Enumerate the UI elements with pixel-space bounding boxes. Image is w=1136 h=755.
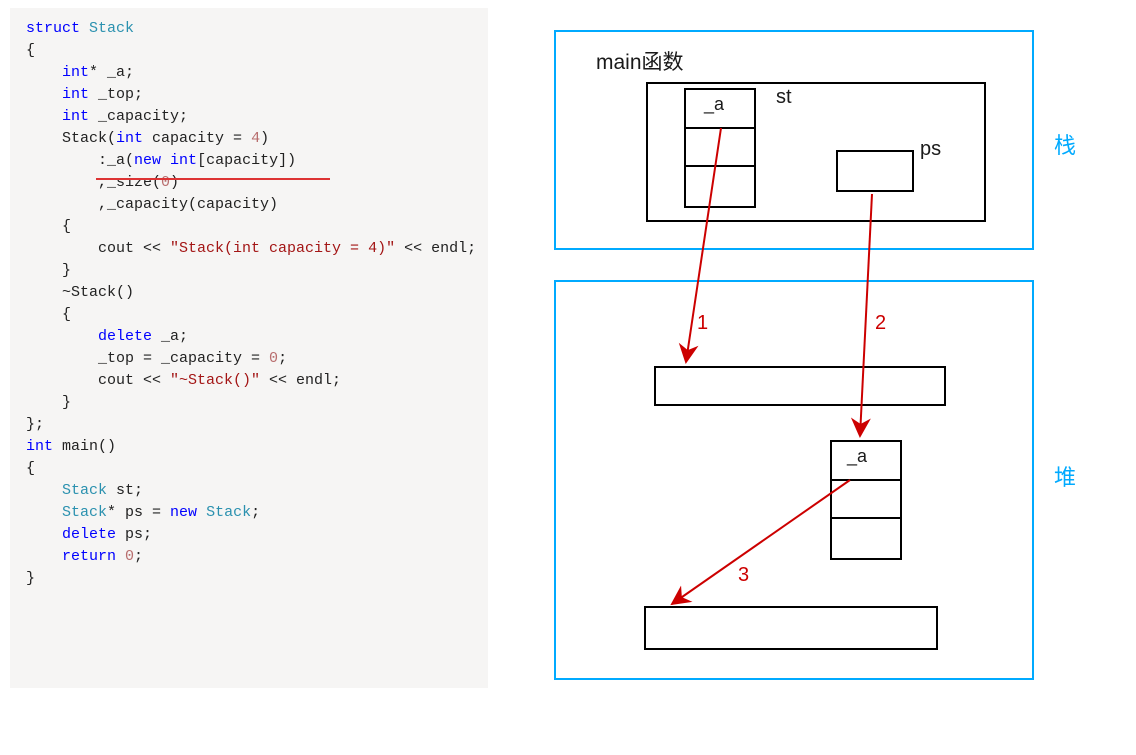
code-line: { [26, 40, 472, 62]
code-line: } [26, 260, 472, 282]
heap-block-2 [644, 606, 938, 650]
code-line: ,_capacity(capacity) [26, 194, 472, 216]
code-line: delete ps; [26, 524, 472, 546]
code-line: Stack st; [26, 480, 472, 502]
code-line: } [26, 392, 472, 414]
code-line: :_a(new int[capacity]) [26, 150, 472, 172]
ps-label: ps [920, 138, 941, 161]
stack-region-label: 栈 [1054, 128, 1076, 160]
code-line: return 0; [26, 546, 472, 568]
code-line: ~Stack() [26, 282, 472, 304]
code-line: _top = _capacity = 0; [26, 348, 472, 370]
code-line: { [26, 458, 472, 480]
memory-diagram: 栈 main函数 _a st ps 堆 _a [514, 20, 1136, 740]
code-line: Stack* ps = new Stack; [26, 502, 472, 524]
heap-block-1 [654, 366, 946, 406]
code-line: struct Stack [26, 18, 472, 40]
code-line: { [26, 304, 472, 326]
main-fn-label: main函数 [596, 46, 684, 76]
st-label: st [776, 86, 792, 109]
code-line: int _top; [26, 84, 472, 106]
code-line: { [26, 216, 472, 238]
arrow-3-label: 3 [738, 564, 749, 587]
code-line: }; [26, 414, 472, 436]
arrow-1-label: 1 [697, 312, 708, 335]
a-label-st: _a [704, 94, 724, 115]
code-line: ,_size(0) [26, 172, 472, 194]
arrow-2-label: 2 [875, 312, 886, 335]
code-line: cout << "~Stack()" << endl; [26, 370, 472, 392]
code-line: delete _a; [26, 326, 472, 348]
code-line: int* _a; [26, 62, 472, 84]
heap-region-label: 堆 [1054, 460, 1076, 492]
code-line: int main() [26, 436, 472, 458]
code-panel: struct Stack{ int* _a; int _top; int _ca… [10, 8, 488, 688]
code-line: Stack(int capacity = 4) [26, 128, 472, 150]
code-line: cout << "Stack(int capacity = 4)" << end… [26, 238, 472, 260]
red-underline [96, 178, 330, 180]
code-line: } [26, 568, 472, 590]
ps-box [836, 150, 914, 192]
code-line: int _capacity; [26, 106, 472, 128]
a-label-heap: _a [847, 446, 867, 467]
